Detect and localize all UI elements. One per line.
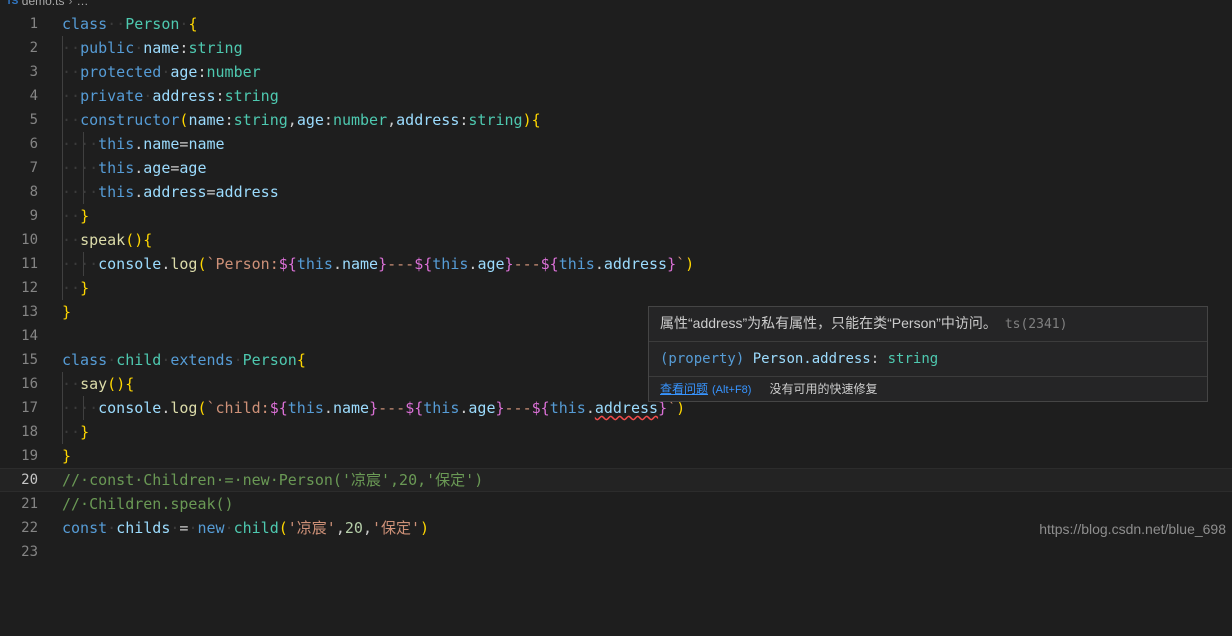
line-content: ··} [62, 279, 90, 297]
line-content: ····this.name=name [62, 135, 225, 153]
code-line[interactable]: 1 class··Person·{ [0, 12, 1232, 36]
line-content: ··} [62, 423, 90, 441]
code-line[interactable]: 8 ····this.address=address [0, 180, 1232, 204]
code-line[interactable]: 18 ··} [0, 420, 1232, 444]
line-content: ····console.log(`child:${this.name}---${… [62, 399, 686, 417]
code-line[interactable]: 5 ··constructor(name:string,age:number,a… [0, 108, 1232, 132]
signature-symbol: Person.address [752, 351, 871, 367]
line-number: 23 [21, 544, 38, 560]
code-line[interactable]: 10 ··speak(){ [0, 228, 1232, 252]
diagnostic-message: 属性“address”为私有属性，只能在类“Person”中访问。 [660, 315, 997, 331]
line-number: 11 [21, 256, 38, 272]
watermark: https://blog.csdn.net/blue_698 [1039, 521, 1226, 537]
line-number: 2 [29, 40, 38, 56]
line-number: 18 [21, 424, 38, 440]
code-line[interactable]: 7 ····this.age=age [0, 156, 1232, 180]
code-line[interactable]: 6 ····this.name=name [0, 132, 1232, 156]
hover-action-bar[interactable]: 查看问题 (Alt+F8) 没有可用的快速修复 [649, 377, 1207, 401]
line-number: 3 [29, 64, 38, 80]
chevron-right-icon: › [68, 0, 73, 8]
code-editor[interactable]: TS demo.ts › … 1 class··Person·{ 2 ··pub… [0, 0, 1232, 560]
code-line[interactable]: 19 } [0, 444, 1232, 468]
line-number: 15 [21, 352, 38, 368]
view-problem-link[interactable]: 查看问题 [660, 380, 708, 397]
code-line[interactable]: 23 [0, 540, 1232, 564]
line-content: class·child·extends·Person{ [62, 351, 306, 369]
line-number: 9 [29, 208, 38, 224]
line-content: class··Person·{ [62, 15, 198, 33]
line-content: ····this.address=address [62, 183, 279, 201]
code-line[interactable]: 21 //·Children.speak() [0, 492, 1232, 516]
code-line[interactable]: 11 ····console.log(`Person:${this.name}-… [0, 252, 1232, 276]
hover-diagnostic: 属性“address”为私有属性，只能在类“Person”中访问。 ts(2341… [649, 307, 1207, 342]
no-quickfix-label: 没有可用的快速修复 [769, 382, 878, 396]
diagnostic-code: ts(2341) [1004, 317, 1068, 332]
code-line[interactable]: 9 ··} [0, 204, 1232, 228]
line-content: ··public·name:string [62, 39, 243, 57]
line-number: 20 [21, 472, 38, 488]
line-content: ····this.age=age [62, 159, 207, 177]
line-content: } [62, 303, 72, 321]
line-number: 5 [29, 112, 38, 128]
line-number: 6 [29, 136, 38, 152]
line-number: 16 [21, 376, 38, 392]
code-line[interactable]: 12 ··} [0, 276, 1232, 300]
line-number: 7 [29, 160, 38, 176]
line-number: 10 [21, 232, 38, 248]
hover-signature: (property) Person.address: string [649, 342, 1207, 377]
typescript-file-icon: TS [6, 0, 18, 7]
hover-tooltip[interactable]: 属性“address”为私有属性，只能在类“Person”中访问。 ts(2341… [648, 306, 1208, 402]
code-line[interactable]: 2 ··public·name:string [0, 36, 1232, 60]
breadcrumb[interactable]: TS demo.ts › … [6, 0, 88, 11]
line-content: //·Children.speak() [62, 495, 234, 513]
line-number: 8 [29, 184, 38, 200]
line-number: 19 [21, 448, 38, 464]
breadcrumb-file[interactable]: demo.ts [22, 0, 65, 8]
line-number: 1 [29, 16, 38, 32]
line-number: 12 [21, 280, 38, 296]
line-number: 14 [21, 328, 38, 344]
line-content: ··private·address:string [62, 87, 279, 105]
view-problem-shortcut: (Alt+F8) [712, 384, 752, 396]
line-content: ··protected·age:number [62, 63, 261, 81]
code-line-active[interactable]: 20 //·const·Children·=·new·Person('凉宸',2… [0, 468, 1232, 492]
line-number: 21 [21, 496, 38, 512]
signature-type: string [887, 351, 939, 367]
line-number: 17 [21, 400, 38, 416]
line-content: ··constructor(name:string,age:number,add… [62, 111, 541, 129]
line-content: ··speak(){ [62, 231, 153, 249]
line-number: 22 [21, 520, 38, 536]
code-line[interactable]: 3 ··protected·age:number [0, 60, 1232, 84]
line-content: const·childs·=·new·child('凉宸',20,'保定') [62, 519, 430, 537]
line-number: 4 [29, 88, 38, 104]
code-lines: 1 class··Person·{ 2 ··public·name:string… [0, 12, 1232, 564]
line-content: } [62, 447, 72, 465]
code-line[interactable]: 4 ··private·address:string [0, 84, 1232, 108]
line-number: 13 [21, 304, 38, 320]
breadcrumb-rest[interactable]: … [76, 0, 88, 8]
line-content: ··say(){ [62, 375, 135, 393]
line-content: ··} [62, 207, 90, 225]
line-content: //·const·Children·=·new·Person('凉宸',20,'… [62, 471, 484, 489]
signature-colon: : [870, 351, 880, 367]
line-content: ····console.log(`Person:${this.name}---$… [62, 255, 695, 273]
signature-keyword: (property) [660, 351, 745, 367]
